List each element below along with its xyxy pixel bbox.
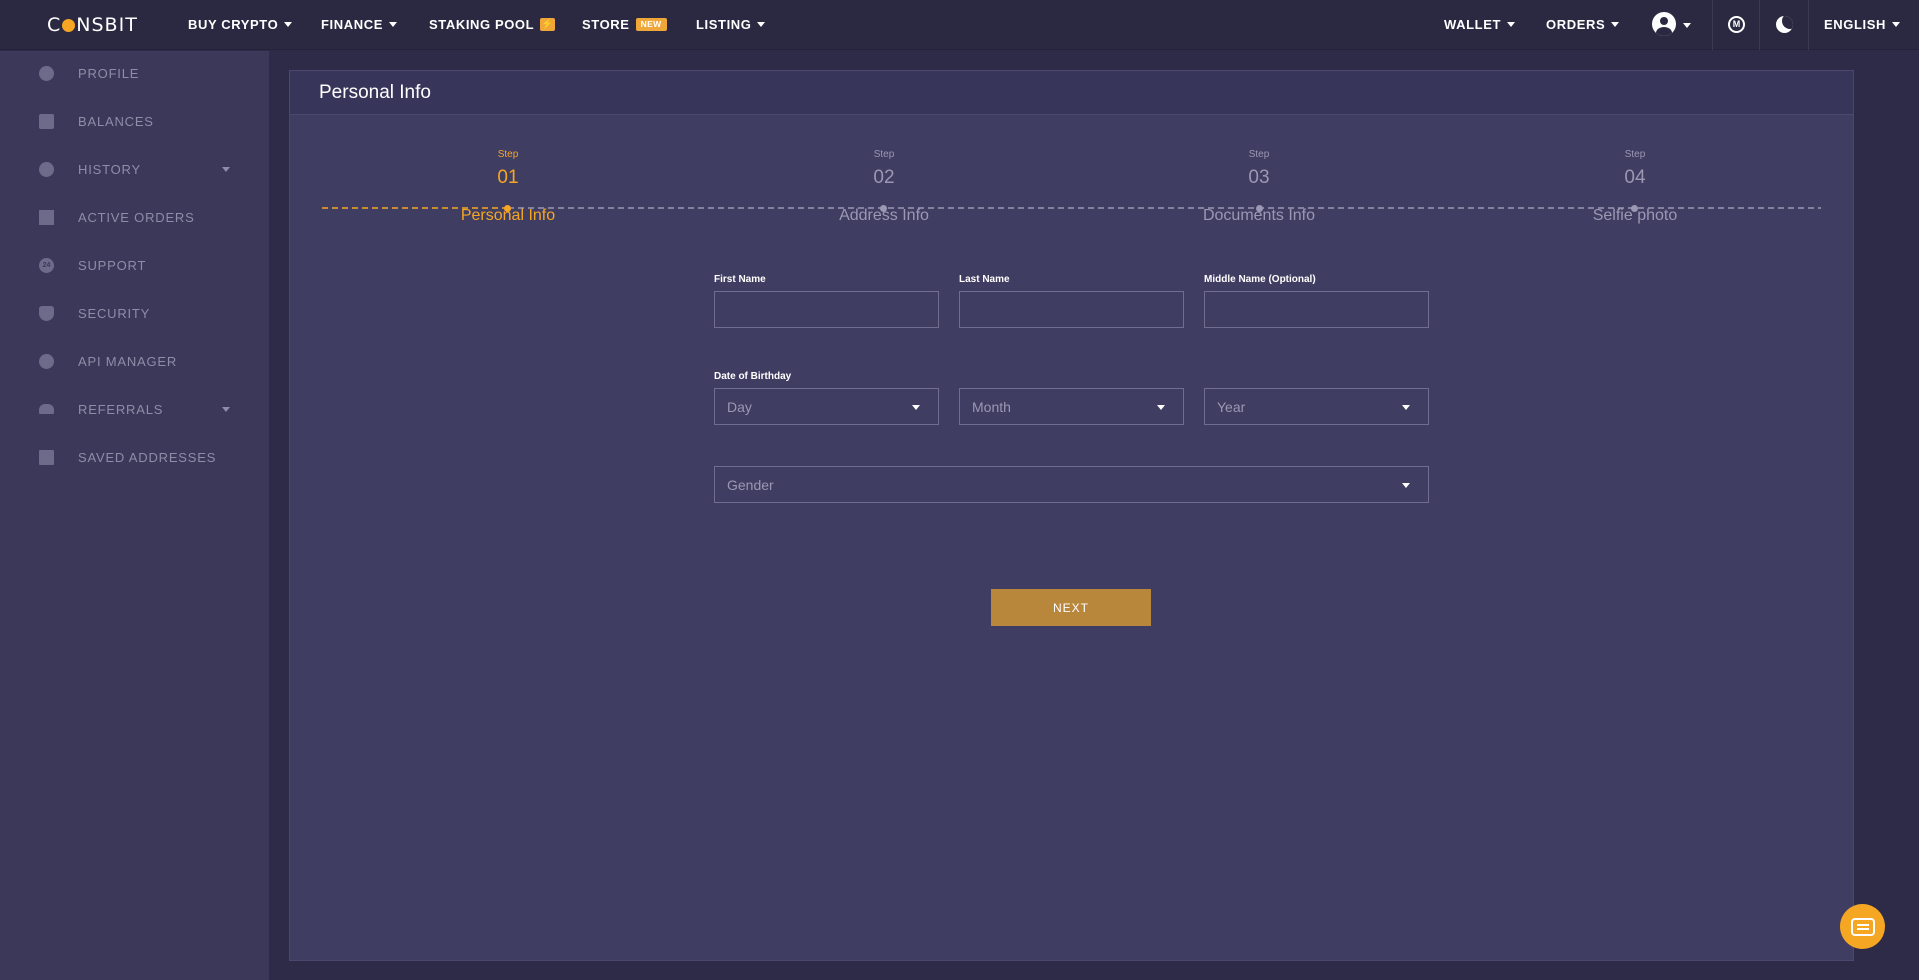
day-select[interactable]: Day [714, 388, 939, 425]
step-label: Step [497, 149, 519, 160]
step-name: Documents Info [1202, 207, 1316, 224]
gender-select[interactable]: Gender [714, 466, 1429, 503]
chevron-down-icon [1402, 483, 1410, 488]
step-name: Selfie photo [1592, 207, 1678, 224]
chevron-down-icon [912, 405, 920, 410]
first-name-field[interactable] [714, 291, 939, 328]
step-number: 01 [497, 167, 519, 188]
step-number: 03 [1248, 167, 1270, 188]
last-name-field[interactable] [959, 291, 1184, 328]
step-label: Step [1624, 149, 1646, 160]
chevron-down-icon [1402, 405, 1410, 410]
gender-select-value: Gender [727, 476, 774, 493]
step-number: 04 [1624, 167, 1646, 188]
chat-support-button[interactable] [1840, 904, 1885, 949]
step-3[interactable]: Step 03 Documents Info [1159, 149, 1359, 225]
step-name: Address Info [839, 207, 929, 224]
first-name-label: First Name [714, 274, 766, 285]
day-select-value: Day [727, 398, 752, 415]
step-number: 02 [873, 167, 895, 188]
chat-icon [1850, 917, 1875, 936]
dob-label: Date of Birthday [714, 371, 792, 382]
middle-name-label: Middle Name (Optional) [1204, 274, 1316, 285]
middle-name-field[interactable] [1204, 291, 1429, 328]
step-name: Personal Info [460, 207, 556, 224]
step-label: Step [1248, 149, 1270, 160]
year-select[interactable]: Year [1204, 388, 1429, 425]
step-4[interactable]: Step 04 Selfie photo [1535, 149, 1735, 225]
chevron-down-icon [1157, 405, 1165, 410]
last-name-label: Last Name [959, 274, 1010, 285]
month-select-value: Month [972, 398, 1011, 415]
month-select[interactable]: Month [959, 388, 1184, 425]
step-2[interactable]: Step 02 Address Info [784, 149, 984, 225]
next-button[interactable]: NEXT [991, 589, 1151, 626]
step-label: Step [873, 149, 895, 160]
year-select-value: Year [1217, 398, 1246, 415]
step-1[interactable]: Step 01 Personal Info [408, 149, 608, 225]
